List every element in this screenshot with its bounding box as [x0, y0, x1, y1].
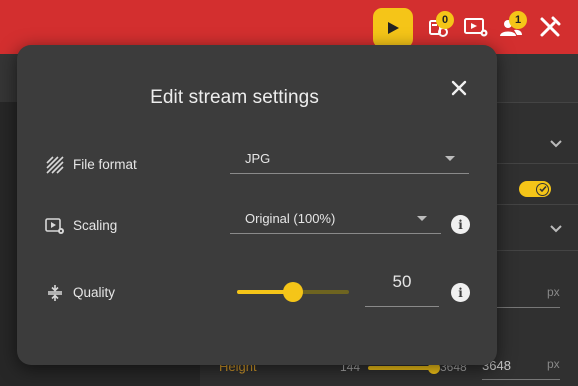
unit-label: px: [547, 285, 560, 299]
dropdown-arrow-icon: [445, 156, 455, 161]
scaling-select[interactable]: Original (100%): [230, 206, 441, 234]
quality-slider[interactable]: [237, 282, 349, 302]
video-settings-icon: [45, 216, 65, 236]
file-format-select[interactable]: JPG: [230, 146, 469, 174]
close-icon: [451, 80, 467, 96]
divider: [497, 163, 578, 164]
scaling-info-button[interactable]: i: [451, 215, 470, 234]
dialog-title: Edit stream settings: [150, 87, 319, 108]
edit-stream-settings-dialog: Edit stream settings File format JPG Sca…: [17, 45, 497, 365]
users-count-badge: 1: [509, 11, 527, 29]
scaling-label: Scaling: [73, 218, 118, 233]
check-icon: [536, 182, 549, 196]
divider: [497, 250, 578, 251]
divider: [497, 204, 578, 205]
info-icon: i: [458, 285, 463, 300]
play-button[interactable]: [373, 8, 413, 48]
video-settings-button[interactable]: [457, 8, 495, 46]
quality-label: Quality: [73, 285, 116, 300]
video-settings-icon: [464, 18, 488, 37]
compress-icon: [45, 283, 65, 303]
link-badge-button[interactable]: 0: [419, 8, 457, 46]
height-slider-track[interactable]: [368, 366, 434, 370]
texture-icon: [45, 155, 65, 175]
close-button[interactable]: [447, 76, 471, 100]
file-format-value: JPG: [245, 151, 271, 166]
quality-value: 50: [392, 272, 412, 291]
chevron-down-icon[interactable]: [548, 135, 564, 151]
quality-input[interactable]: 50: [365, 267, 439, 307]
info-icon: i: [458, 217, 463, 232]
tools-button[interactable]: [531, 8, 569, 46]
unit-label: px: [547, 357, 560, 371]
users-button[interactable]: 1: [492, 8, 530, 46]
background-toggle[interactable]: [519, 181, 551, 197]
divider: [497, 102, 578, 103]
dropdown-arrow-icon: [417, 216, 427, 221]
quality-slider-thumb[interactable]: [283, 282, 303, 302]
tools-icon: [540, 16, 561, 37]
scaling-value: Original (100%): [245, 211, 336, 226]
quality-info-button[interactable]: i: [451, 283, 470, 302]
link-count-badge: 0: [436, 11, 454, 29]
file-format-label: File format: [73, 157, 137, 172]
play-icon: [388, 22, 399, 34]
chevron-down-icon[interactable]: [548, 220, 564, 236]
